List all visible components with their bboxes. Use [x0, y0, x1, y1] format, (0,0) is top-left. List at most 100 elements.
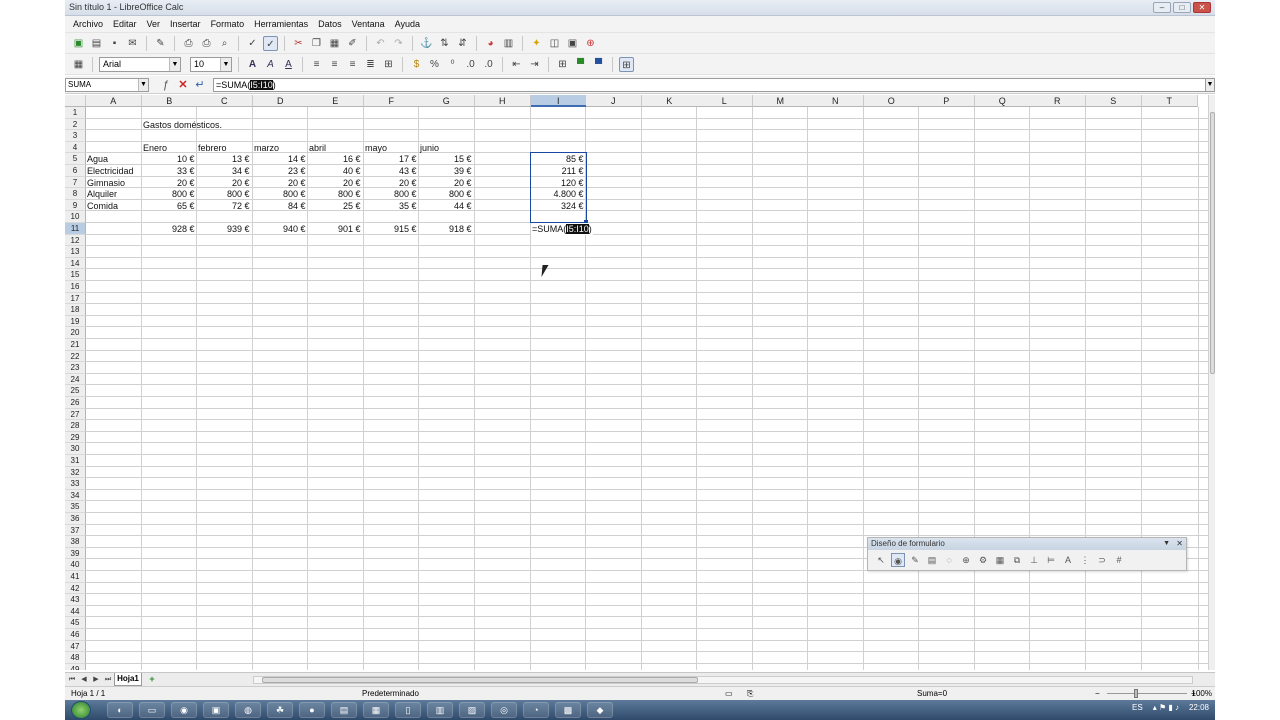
sheet-tab-hoja1[interactable]: Hoja1: [114, 673, 142, 686]
help-icon[interactable]: ⊕: [583, 36, 598, 51]
column-header-f[interactable]: F: [364, 95, 420, 107]
value-cell[interactable]: 20 €: [197, 177, 252, 189]
new-document-icon[interactable]: ▣: [71, 36, 86, 51]
row-header[interactable]: 40: [65, 559, 86, 571]
print-icon[interactable]: ⎙: [199, 36, 214, 51]
status-zoom[interactable]: 100%: [1192, 689, 1212, 698]
control-properties-icon[interactable]: ✎: [908, 553, 922, 567]
start-button[interactable]: [71, 701, 91, 719]
clock[interactable]: 22:08: [1189, 703, 1209, 712]
close-icon[interactable]: ✕: [1176, 538, 1183, 550]
value-cell[interactable]: 40 €: [308, 165, 363, 177]
edit-file-icon[interactable]: ✎: [153, 36, 168, 51]
row-header[interactable]: 6: [65, 165, 86, 177]
column-total-cell[interactable]: 915 €: [364, 223, 419, 235]
hyperlink-icon[interactable]: ⚓: [419, 36, 434, 51]
chart-icon[interactable]: ◕: [483, 36, 498, 51]
menu-herramientas[interactable]: Herramientas: [249, 19, 313, 29]
formula-input[interactable]: =SUMA(I5:I10): [213, 78, 1206, 92]
navigator-icon[interactable]: ◫: [547, 36, 562, 51]
row-header[interactable]: 5: [65, 153, 86, 165]
taskbar-app-icon[interactable]: ▣: [203, 702, 229, 718]
redo-icon[interactable]: ↷: [391, 36, 406, 51]
row-header[interactable]: 21: [65, 339, 86, 351]
row-header[interactable]: 32: [65, 466, 86, 479]
row-header[interactable]: 45: [65, 617, 86, 629]
row-header[interactable]: 34: [65, 489, 86, 502]
column-header-g[interactable]: G: [419, 95, 475, 107]
font-color-icon[interactable]: ▀: [591, 57, 606, 72]
taskbar-app-icon[interactable]: ▩: [555, 702, 581, 718]
row-header[interactable]: 29: [65, 431, 86, 444]
guides-icon[interactable]: ⊃: [1095, 553, 1109, 567]
row-header[interactable]: 3: [65, 130, 86, 142]
expand-formula-icon[interactable]: ▼: [1205, 78, 1215, 92]
maximize-button[interactable]: □: [1173, 2, 1191, 13]
position-size-icon[interactable]: ⊥: [1027, 553, 1041, 567]
row-label-cell[interactable]: Gimnasio: [86, 177, 141, 189]
decrease-indent-icon[interactable]: ⇤: [509, 57, 524, 72]
signature-icon[interactable]: ⎘: [747, 689, 753, 699]
taskbar-app-icon[interactable]: ▨: [459, 702, 485, 718]
row-header[interactable]: 35: [65, 501, 86, 513]
row-header[interactable]: 33: [65, 478, 86, 490]
taskbar-app-icon[interactable]: ◐: [107, 702, 133, 718]
value-cell[interactable]: 33 €: [142, 165, 197, 177]
column-header-j[interactable]: J: [586, 95, 642, 107]
row-header[interactable]: 14: [65, 257, 86, 270]
currency-icon[interactable]: $: [409, 57, 424, 72]
alignment-icon[interactable]: ⊨: [1044, 553, 1058, 567]
column-total-cell[interactable]: 918 €: [419, 223, 474, 235]
row-header[interactable]: 42: [65, 582, 86, 595]
row-header[interactable]: 43: [65, 594, 86, 606]
value-cell[interactable]: 10 €: [142, 153, 197, 165]
open-design-mode-icon[interactable]: ▦: [993, 553, 1007, 567]
value-cell[interactable]: 800 €: [364, 188, 419, 200]
next-sheet-icon[interactable]: ▶: [91, 675, 101, 685]
chevron-down-icon[interactable]: ▼: [1163, 538, 1170, 550]
value-cell[interactable]: 65 €: [142, 200, 197, 212]
bold-icon[interactable]: A: [245, 57, 260, 72]
value-cell[interactable]: 17 €: [364, 153, 419, 165]
menu-datos[interactable]: Datos: [313, 19, 347, 29]
insert-mode-icon[interactable]: ▭: [725, 689, 733, 698]
paste-icon[interactable]: ▦: [327, 36, 342, 51]
row-header[interactable]: 11: [65, 223, 86, 235]
activation-order-icon[interactable]: ⚙: [976, 553, 990, 567]
month-header-cell[interactable]: Enero: [142, 142, 197, 154]
cancel-icon[interactable]: ✕: [176, 78, 190, 92]
row-header[interactable]: 48: [65, 652, 86, 664]
snap-to-grid-icon[interactable]: ⋮: [1078, 553, 1092, 567]
row-header[interactable]: 23: [65, 362, 86, 374]
tray-icons[interactable]: ▴ ⚑ ▮ ♪: [1153, 703, 1179, 712]
close-button[interactable]: ✕: [1193, 2, 1211, 13]
taskbar-media-icon[interactable]: ◉: [171, 702, 197, 718]
vertical-scroll-thumb[interactable]: [1210, 112, 1215, 374]
taskbar-browser-icon[interactable]: ◍: [235, 702, 261, 718]
column-total-cell[interactable]: 940 €: [253, 223, 308, 235]
add-sheet-button[interactable]: +: [145, 674, 159, 685]
month-header-cell[interactable]: marzo: [253, 142, 308, 154]
language-indicator[interactable]: ES: [1132, 703, 1143, 712]
value-cell[interactable]: 800 €: [308, 188, 363, 200]
menu-formato[interactable]: Formato: [206, 19, 250, 29]
sort-ascending-icon[interactable]: ⇅: [437, 36, 452, 51]
row-header[interactable]: 12: [65, 234, 86, 247]
value-cell[interactable]: 15 €: [419, 153, 474, 165]
increase-indent-icon[interactable]: ⇥: [527, 57, 542, 72]
column-total-cell[interactable]: 901 €: [308, 223, 363, 235]
horizontal-scrollbar[interactable]: [253, 676, 1193, 684]
copy-icon[interactable]: ❐: [309, 36, 324, 51]
row-header[interactable]: 46: [65, 629, 86, 641]
function-wizard-icon[interactable]: ƒ: [159, 78, 173, 92]
row-header[interactable]: 24: [65, 373, 86, 386]
chevron-down-icon[interactable]: ▼: [169, 57, 180, 71]
row-header[interactable]: 37: [65, 524, 86, 537]
menu-archivo[interactable]: Archivo: [68, 19, 108, 29]
value-cell[interactable]: 72 €: [197, 200, 252, 212]
row-header[interactable]: 16: [65, 281, 86, 293]
month-header-cell[interactable]: junio: [419, 142, 474, 154]
row-header[interactable]: 8: [65, 188, 86, 200]
value-cell[interactable]: 16 €: [308, 153, 363, 165]
form-navigator-icon[interactable]: ◌: [942, 553, 956, 567]
